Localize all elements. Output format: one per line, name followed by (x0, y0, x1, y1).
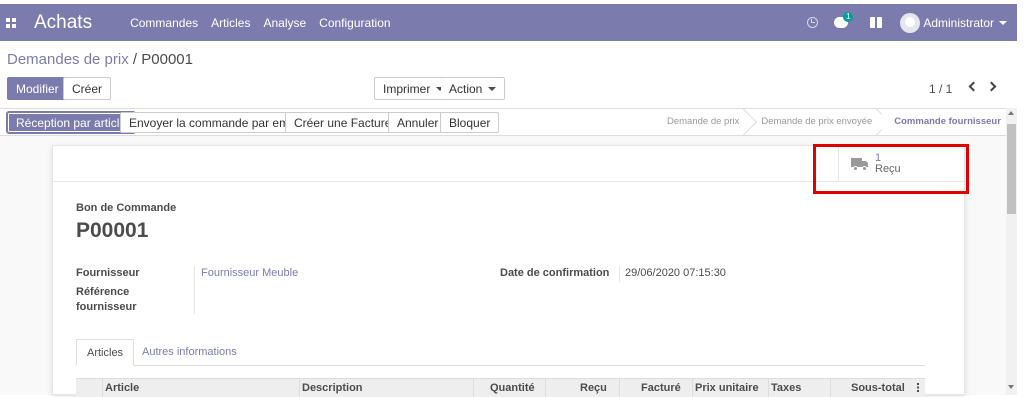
column-received[interactable]: Reçu (580, 382, 607, 394)
column-taxes[interactable]: Taxes (771, 382, 801, 394)
chevron-right-icon[interactable] (986, 81, 997, 92)
column-separator (299, 379, 300, 397)
apps-menu-icon[interactable] (2, 14, 20, 32)
chevron-down-icon (488, 86, 497, 91)
document-name: P00001 (76, 219, 149, 242)
document-type-label: Bon de Commande (76, 202, 177, 214)
block-button[interactable]: Bloquer (440, 112, 500, 133)
column-invoiced[interactable]: Facturé (641, 382, 681, 394)
action-dropdown-button[interactable]: Action (441, 77, 506, 100)
clock-icon[interactable] (807, 17, 819, 28)
app-title[interactable]: Achats (34, 12, 92, 34)
tab-other-info[interactable]: Autres informations (132, 339, 247, 366)
pager-value[interactable]: 1 / 1 (929, 82, 952, 96)
create-button[interactable]: Créer (63, 77, 112, 100)
supplier-reference-label-line2: fournisseur (76, 301, 137, 313)
menu-analyse[interactable]: Analyse (263, 16, 306, 30)
column-separator (545, 379, 546, 397)
stage-rfq[interactable]: Demande de prix (655, 109, 749, 135)
highlight-annotation (813, 144, 969, 194)
confirmation-date-value: 29/06/2020 07:15:30 (625, 267, 726, 279)
supplier-link[interactable]: Fournisseur Meuble (201, 267, 298, 279)
order-lines-table-header: Article Description Quantité Reçu Factur… (76, 378, 925, 397)
supplier-reference-label-line1: Référence (76, 286, 130, 298)
user-menu-name[interactable]: Administrator (923, 16, 994, 30)
gift-icon[interactable] (870, 17, 883, 28)
chat-badge: 1 (843, 12, 854, 22)
avatar[interactable] (900, 12, 921, 33)
column-separator (830, 379, 831, 397)
scroll-down-icon[interactable] (1008, 385, 1014, 389)
top-navbar: Achats Commandes Articles Analyse Config… (0, 4, 1017, 41)
breadcrumb-current: P00001 (141, 51, 193, 68)
column-separator (619, 379, 620, 397)
column-quantity[interactable]: Quantité (490, 382, 535, 394)
chat-icon[interactable]: 1 (834, 12, 854, 28)
column-separator (473, 379, 474, 397)
field-separator (619, 266, 620, 282)
chevron-down-icon[interactable] (999, 20, 1007, 25)
scrollbar-thumb[interactable] (1007, 124, 1016, 214)
column-article[interactable]: Article (105, 382, 139, 394)
notebook-tabs: Articles Autres informations (76, 339, 925, 366)
scrollbar[interactable] (1006, 108, 1017, 395)
supplier-label: Fournisseur (76, 267, 140, 279)
send-email-button[interactable]: Envoyer la commande par email (120, 112, 311, 133)
column-options-icon[interactable] (917, 383, 919, 392)
supplier-reference-label: Référence fournisseur (76, 285, 137, 315)
navbar-systray: 1 Administrator (807, 4, 1017, 41)
status-stages: Demande de prix Demande de prix envoyée … (655, 109, 1011, 135)
create-invoice-button[interactable]: Créer une Facture (285, 112, 401, 133)
menu-articles[interactable]: Articles (211, 16, 250, 30)
breadcrumb-parent[interactable]: Demandes de prix (7, 51, 129, 68)
column-unit-price[interactable]: Prix unitaire (695, 382, 759, 394)
column-separator (692, 379, 693, 397)
menu-commandes[interactable]: Commandes (130, 16, 198, 30)
breadcrumb-separator: / (132, 51, 138, 68)
menu-configuration[interactable]: Configuration (319, 16, 390, 30)
column-subtotal[interactable]: Sous-total (851, 382, 905, 394)
control-panel: Demandes de prix / P00001 Modifier Créer… (0, 41, 1017, 108)
stage-rfq-sent[interactable]: Demande de prix envoyée (749, 109, 882, 135)
confirmation-date-label: Date de confirmation (500, 267, 610, 279)
column-separator (102, 379, 103, 397)
print-label: Imprimer (383, 81, 431, 96)
cancel-button[interactable]: Annuler (388, 112, 448, 133)
chevron-left-icon[interactable] (968, 81, 979, 92)
column-separator (768, 379, 769, 397)
field-separator (194, 266, 195, 314)
reception-by-article-button[interactable]: Réception par article (5, 111, 137, 134)
form-statusbar: Réception par article Envoyer la command… (0, 108, 1017, 136)
edit-button[interactable]: Modifier (7, 77, 68, 100)
tab-articles[interactable]: Articles (76, 339, 135, 366)
scroll-up-icon[interactable] (1008, 111, 1014, 115)
action-label: Action (449, 81, 483, 96)
column-description[interactable]: Description (302, 382, 363, 394)
breadcrumb: Demandes de prix / P00001 (7, 51, 193, 68)
stage-purchase-order[interactable]: Commande fournisseur (882, 109, 1011, 135)
